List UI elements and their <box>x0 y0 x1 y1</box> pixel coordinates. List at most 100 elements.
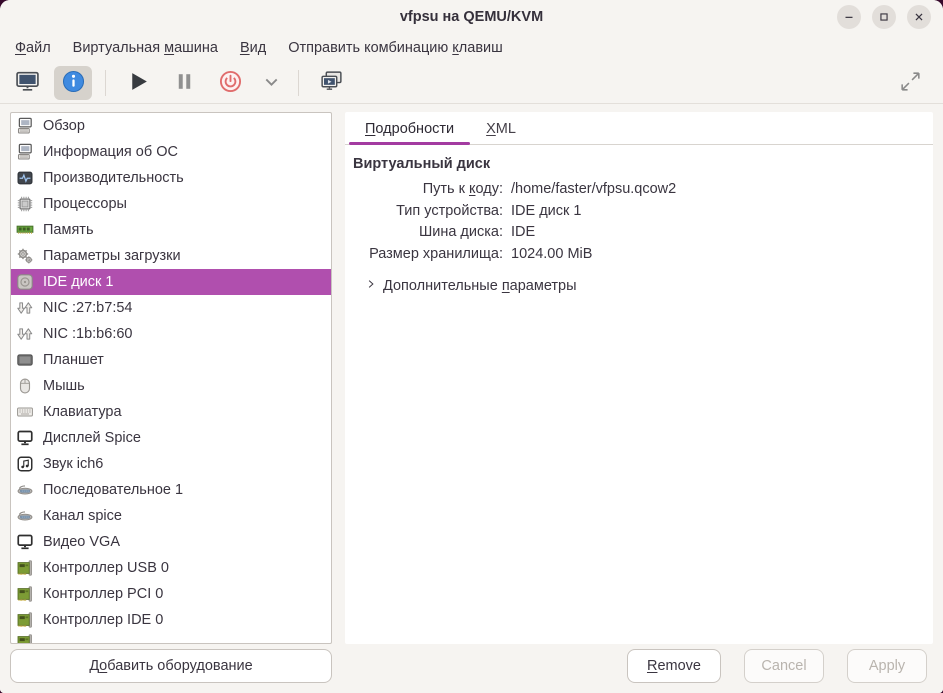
virtual-displays-button[interactable] <box>312 66 350 100</box>
pause-button[interactable] <box>165 66 203 100</box>
sidebar-item-channel-spice[interactable]: Канал spice <box>11 503 331 529</box>
toolbar-separator <box>105 70 106 96</box>
window-controls <box>837 5 943 29</box>
field-value-device-type: IDE диск 1 <box>511 203 925 219</box>
label-key: Ф <box>15 40 26 56</box>
field-label-source-path: Путь к коду: <box>353 181 503 197</box>
field-label-storage-size: Размер хранилища: <box>353 246 503 262</box>
field-value-source-path: /home/faster/vfpsu.qcow2 <box>511 181 925 197</box>
sidebar-item-os-info[interactable]: Информация об ОС <box>11 139 331 165</box>
fullscreen-button[interactable] <box>891 66 929 100</box>
label-post: ашина <box>174 40 218 56</box>
label-key: м <box>164 40 174 56</box>
sidebar-item-video-vga[interactable]: Видео VGA <box>11 529 331 555</box>
sidebar-item-cpus[interactable]: Процессоры <box>11 191 331 217</box>
tab-xml[interactable]: XML <box>470 112 532 144</box>
sidebar-item-label: Видео VGA <box>43 534 120 550</box>
field-value-disk-bus: IDE <box>511 224 925 240</box>
field-value-storage-size: 1024.00 MiB <box>511 246 925 262</box>
sidebar-item-nic-27b754[interactable]: NIC :27:b7:54 <box>11 295 331 321</box>
label-post: ML <box>496 121 516 137</box>
shutdown-menu-button[interactable] <box>257 66 285 100</box>
sidebar-item-controller-usb-0[interactable]: Контроллер USB 0 <box>11 555 331 581</box>
sidebar-item-label: NIC :1b:b6:60 <box>43 326 132 342</box>
sidebar-item-display-spice[interactable]: Дисплей Spice <box>11 425 331 451</box>
run-icon <box>126 69 151 97</box>
display-icon <box>16 429 34 447</box>
menu-file[interactable]: Файл <box>4 37 62 59</box>
advanced-options-expander[interactable]: Дополнительные параметры <box>365 278 925 294</box>
label-key: В <box>240 40 250 56</box>
sidebar-item-memory[interactable]: Память <box>11 217 331 243</box>
sidebar-item-ide-disk-1[interactable]: IDE диск 1 <box>11 269 331 295</box>
label-post: лавиш <box>459 40 503 56</box>
shutdown-icon <box>218 69 243 97</box>
details-panel: Подробности XML Виртуальный диск Путь к … <box>345 112 933 644</box>
tab-details[interactable]: Подробности <box>349 112 470 144</box>
disk-fields: Путь к коду: /home/faster/vfpsu.qcow2 Ти… <box>353 181 925 262</box>
controller-card-icon <box>16 559 34 577</box>
display-icon <box>16 533 34 551</box>
sidebar-item-keyboard[interactable]: Клавиатура <box>11 399 331 425</box>
run-button[interactable] <box>119 66 157 100</box>
sidebar-item-performance[interactable]: Производительность <box>11 165 331 191</box>
sidebar-item-partial[interactable] <box>11 633 331 644</box>
sidebar-item-serial-1[interactable]: Последовательное 1 <box>11 477 331 503</box>
close-icon[interactable] <box>907 5 931 29</box>
sound-icon <box>16 455 34 473</box>
label-pre: Тип устройства: <box>396 203 503 219</box>
label-pre: Виртуальная <box>73 40 164 56</box>
menu-send-key[interactable]: Отправить комбинацию клавиш <box>277 37 514 59</box>
sidebar-item-label: Канал spice <box>43 508 122 524</box>
sidebar-item-controller-ide-0[interactable]: Контроллер IDE 0 <box>11 607 331 633</box>
apply-button[interactable]: Apply <box>847 649 927 683</box>
expand-icon <box>898 69 923 97</box>
sidebar-item-sound-ich6[interactable]: Звук ich6 <box>11 451 331 477</box>
add-hardware-button[interactable]: Добавить оборудование <box>10 649 332 683</box>
label-key: X <box>486 121 496 137</box>
graphical-console-button[interactable] <box>8 66 46 100</box>
serial-port-icon <box>16 507 34 525</box>
sidebar-item-nic-1bb660[interactable]: NIC :1b:b6:60 <box>11 321 331 347</box>
menu-virtual-machine[interactable]: Виртуальная машина <box>62 37 229 59</box>
sidebar-item-label: IDE диск 1 <box>43 274 113 290</box>
sidebar-item-boot-options[interactable]: Параметры загрузки <box>11 243 331 269</box>
sidebar-item-label: Последовательное 1 <box>43 482 183 498</box>
menu-view[interactable]: Вид <box>229 37 277 59</box>
shutdown-button[interactable] <box>211 66 249 100</box>
sidebar-item-tablet[interactable]: Планшет <box>11 347 331 373</box>
menubar: Файл Виртуальная машина Вид Отправить ко… <box>0 34 943 62</box>
vm-details-button[interactable] <box>54 66 92 100</box>
field-label-disk-bus: Шина диска: <box>353 224 503 240</box>
controller-card-icon <box>16 611 34 629</box>
controller-card-icon <box>16 633 34 644</box>
sidebar-item-label: Контроллер IDE 0 <box>43 612 163 628</box>
minimize-icon[interactable] <box>837 5 861 29</box>
footer: Добавить оборудование Remove Cancel Appl… <box>0 644 943 693</box>
maximize-icon[interactable] <box>872 5 896 29</box>
label-post: бавить оборудование <box>107 658 252 674</box>
label-post: одробности <box>375 121 454 137</box>
label-post: ид <box>250 40 267 56</box>
network-icon <box>16 299 34 317</box>
sidebar-item-overview[interactable]: Обзор <box>11 113 331 139</box>
vm-details-window: vfpsu на QEMU/KVM Файл Виртуальная машин… <box>0 0 943 693</box>
toolbar <box>0 62 943 104</box>
remove-button[interactable]: Remove <box>627 649 721 683</box>
graphical-console-icon <box>15 69 40 97</box>
sidebar-item-label: Планшет <box>43 352 104 368</box>
computer-icon <box>16 117 34 135</box>
hardware-list: Обзор Информация об ОС Производительност… <box>10 112 332 644</box>
label-pre: Размер хранилища: <box>369 246 503 262</box>
sidebar-item-label: Информация об ОС <box>43 144 178 160</box>
sidebar-item-controller-pci-0[interactable]: Контроллер PCI 0 <box>11 581 331 607</box>
sidebar-item-label: Контроллер USB 0 <box>43 560 169 576</box>
label-pre: Д <box>89 658 99 674</box>
cancel-button[interactable]: Cancel <box>744 649 824 683</box>
sidebar-item-label: Клавиатура <box>43 404 122 420</box>
sidebar-item-label: Дисплей Spice <box>43 430 141 446</box>
sidebar-item-mouse[interactable]: Мышь <box>11 373 331 399</box>
label-pre: Дополнительные <box>383 278 502 294</box>
virtual-displays-icon <box>319 69 344 97</box>
label-post: оду: <box>476 181 504 197</box>
